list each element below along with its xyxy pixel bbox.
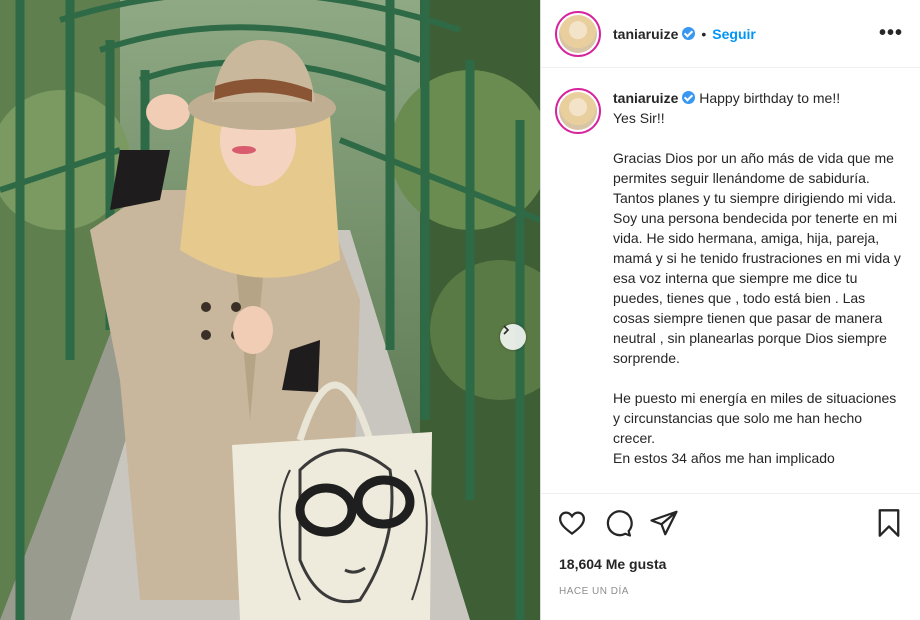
heart-icon[interactable] xyxy=(557,508,587,538)
post-photo-image xyxy=(0,0,540,620)
avatar[interactable] xyxy=(555,10,601,57)
caption-first-line: Happy birthday to me!! xyxy=(699,90,841,106)
instagram-post: taniaruize • Seguir ••• taniaruize Happy… xyxy=(0,0,920,620)
avatar-image xyxy=(559,92,597,130)
follow-button[interactable]: Seguir xyxy=(712,26,756,42)
chevron-right-icon xyxy=(503,325,510,335)
username[interactable]: taniaruize xyxy=(613,26,678,42)
caption-avatar[interactable] xyxy=(555,88,601,134)
paper-plane-icon[interactable] xyxy=(649,508,679,538)
post-actions: 18,604 Me gusta HACE UN DÍA xyxy=(541,493,920,620)
post-caption: taniaruize Happy birthday to me!! Yes Si… xyxy=(555,88,915,491)
caption-text: taniaruize Happy birthday to me!! Yes Si… xyxy=(613,88,903,491)
verified-badge-icon xyxy=(682,91,696,104)
comment-icon[interactable] xyxy=(603,508,633,538)
like-count[interactable]: 18,604 Me gusta xyxy=(559,556,666,572)
post-header: taniaruize • Seguir ••• xyxy=(541,0,920,68)
action-icons xyxy=(557,508,679,538)
caption-body: Yes Sir!! Gracias Dios por un año más de… xyxy=(613,110,901,466)
post-photo[interactable] xyxy=(0,0,540,620)
more-options-icon[interactable]: ••• xyxy=(879,22,903,45)
verified-badge-icon xyxy=(682,27,696,40)
separator: • xyxy=(701,25,707,42)
caption-username[interactable]: taniaruize xyxy=(613,90,678,106)
post-side-panel: taniaruize • Seguir ••• taniaruize Happy… xyxy=(540,0,920,620)
avatar-image xyxy=(559,14,597,53)
post-timestamp[interactable]: HACE UN DÍA xyxy=(559,586,629,597)
next-photo-button[interactable] xyxy=(500,324,526,350)
bookmark-icon[interactable] xyxy=(875,508,903,538)
